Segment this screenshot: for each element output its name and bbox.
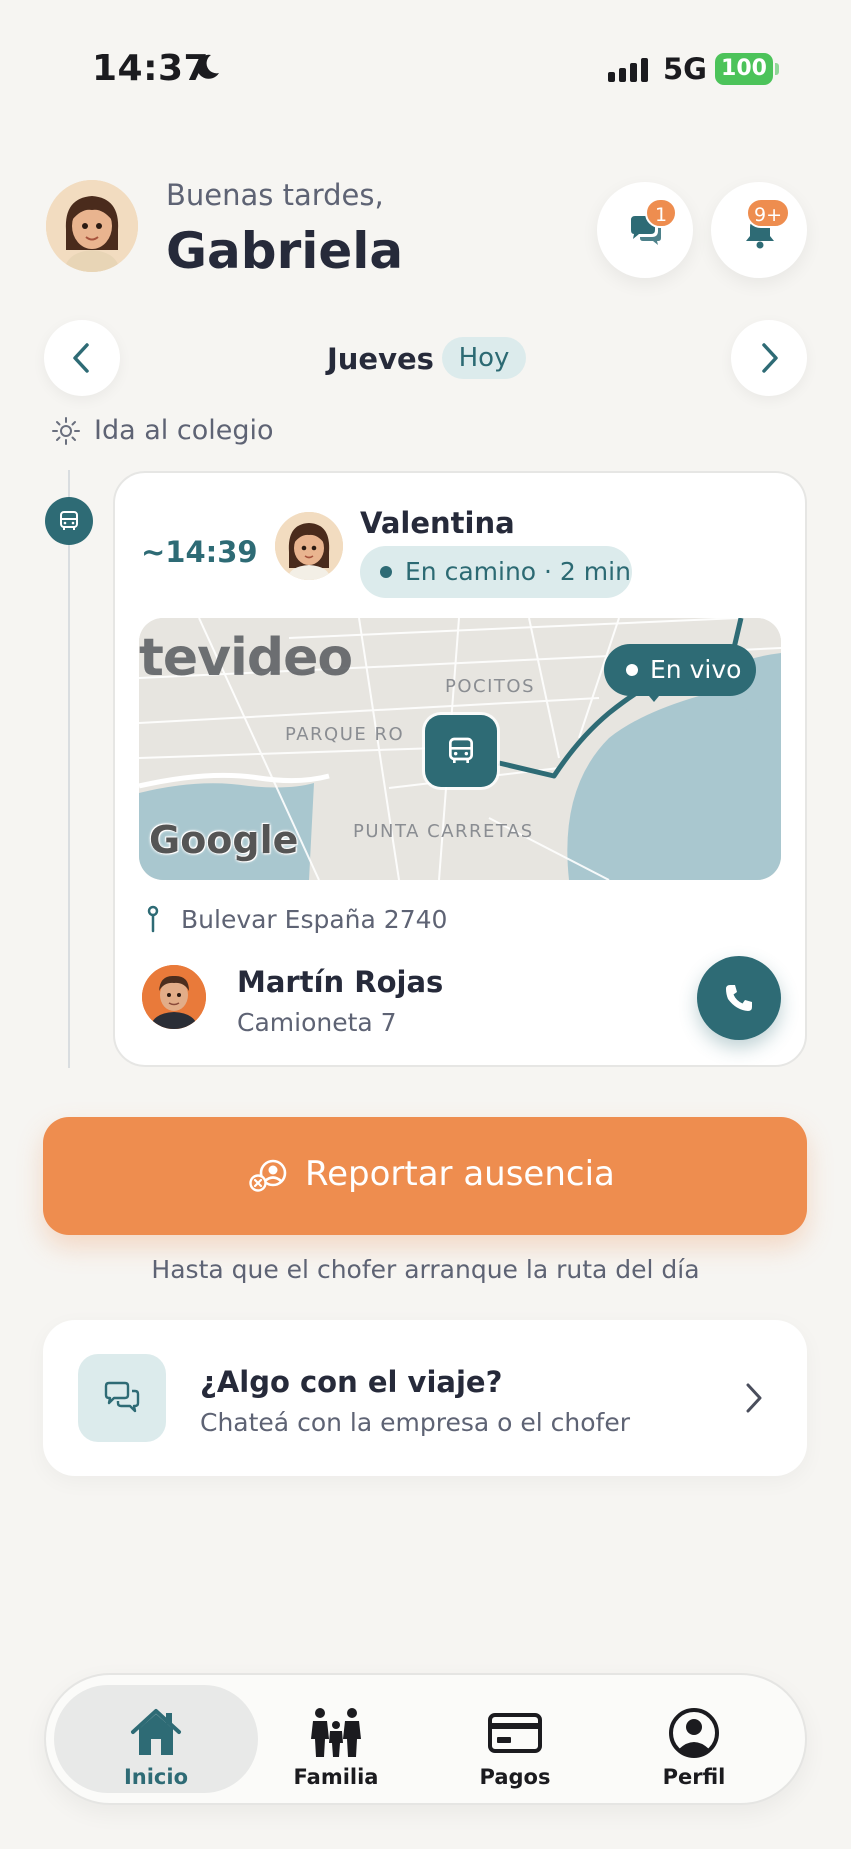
- report-absence-label: Reportar ausencia: [305, 1154, 615, 1194]
- nav-item-perfil[interactable]: Perfil: [592, 1685, 796, 1793]
- nav-label: Pagos: [479, 1765, 551, 1789]
- help-subtitle: Chateá con la empresa o el chofer: [200, 1408, 630, 1437]
- driver-avatar: [142, 965, 206, 1029]
- profile-icon: [669, 1708, 719, 1758]
- live-badge: En vivo: [604, 644, 756, 696]
- user-absence-icon: [249, 1159, 287, 1192]
- chat-button[interactable]: [597, 182, 693, 278]
- timeline-bus-marker: [45, 497, 93, 545]
- location-pin-icon: [147, 905, 159, 933]
- battery-indicator: 100: [715, 53, 779, 85]
- nav-item-inicio[interactable]: Inicio: [54, 1685, 258, 1793]
- family-icon: [311, 1708, 361, 1757]
- home-icon: [131, 1709, 181, 1755]
- trip-status-text: En camino · 2 min: [405, 557, 631, 586]
- trip-card[interactable]: ~14:39 Valentina En camino · 2 min tevid…: [113, 471, 807, 1067]
- chevron-right-icon: [746, 1383, 762, 1413]
- map-area-label: POCITOS: [445, 676, 535, 697]
- status-dot: [380, 566, 392, 578]
- timeline-line: [68, 470, 70, 1068]
- report-absence-button[interactable]: Reportar ausencia: [43, 1117, 807, 1235]
- today-badge[interactable]: Hoy: [442, 337, 526, 379]
- map-city-label: tevideo: [139, 628, 353, 688]
- pickup-address: Bulevar España 2740: [181, 905, 448, 934]
- chat-icon-box: [78, 1354, 166, 1442]
- bus-icon: [60, 511, 78, 530]
- child-name: Valentina: [360, 506, 515, 540]
- notifications-badge: 9+: [746, 198, 790, 228]
- driver-vehicle: Camioneta 7: [237, 1008, 397, 1037]
- chevron-right-icon: [762, 343, 778, 373]
- status-bar: 14:37 5G 100: [0, 48, 851, 92]
- previous-day-button[interactable]: [44, 320, 120, 396]
- bus-icon: [449, 737, 473, 763]
- chat-bubbles-icon: [104, 1381, 140, 1413]
- user-avatar[interactable]: [46, 180, 138, 272]
- live-badge-pointer: [644, 690, 664, 702]
- live-label: En vivo: [650, 655, 742, 684]
- signal-icon: [608, 58, 648, 82]
- live-dot: [626, 664, 638, 676]
- nav-item-pagos[interactable]: Pagos: [413, 1685, 617, 1793]
- notifications-button[interactable]: [711, 182, 807, 278]
- nav-label: Familia: [293, 1765, 379, 1789]
- driver-name: Martín Rojas: [237, 965, 444, 999]
- call-driver-button[interactable]: [697, 956, 781, 1040]
- nav-label: Inicio: [123, 1765, 189, 1789]
- live-map[interactable]: tevideo POCITOS PARQUE RO PUNTA CARRETAS…: [139, 618, 781, 880]
- moon-icon: [196, 54, 219, 79]
- trip-help-card[interactable]: ¿Algo con el viaje? Chateá con la empres…: [43, 1320, 807, 1476]
- map-area-label: PARQUE RO: [285, 724, 405, 745]
- day-label: Jueves: [327, 342, 434, 376]
- trip-status-badge: En camino · 2 min: [360, 546, 632, 598]
- eta-time: ~14:39: [141, 535, 258, 569]
- network-label: 5G: [663, 52, 707, 86]
- chevron-left-icon: [73, 343, 89, 373]
- child-avatar: [275, 512, 343, 580]
- map-attribution: Google: [149, 818, 299, 862]
- chat-badge: 1: [645, 198, 677, 228]
- greeting-text: Buenas tardes,: [166, 178, 384, 212]
- phone-icon: [726, 985, 752, 1011]
- card-icon: [488, 1713, 542, 1753]
- user-name: Gabriela: [166, 222, 404, 280]
- report-absence-hint: Hasta que el chofer arranque la ruta del…: [151, 1255, 700, 1284]
- nav-item-familia[interactable]: Familia: [234, 1685, 438, 1793]
- help-title: ¿Algo con el viaje?: [200, 1365, 503, 1399]
- nav-label: Perfil: [662, 1765, 726, 1789]
- bottom-navigation: Inicio Familia Pagos Perfil: [44, 1673, 807, 1805]
- route-label: Ida al colegio: [94, 415, 274, 446]
- app-screen: 14:37 5G 100 Buenas tardes, Gabriela 1 9…: [0, 0, 851, 1849]
- map-bus-marker[interactable]: [425, 715, 497, 787]
- next-day-button[interactable]: [731, 320, 807, 396]
- map-area-label: PUNTA CARRETAS: [353, 821, 534, 842]
- sun-icon: [52, 417, 80, 445]
